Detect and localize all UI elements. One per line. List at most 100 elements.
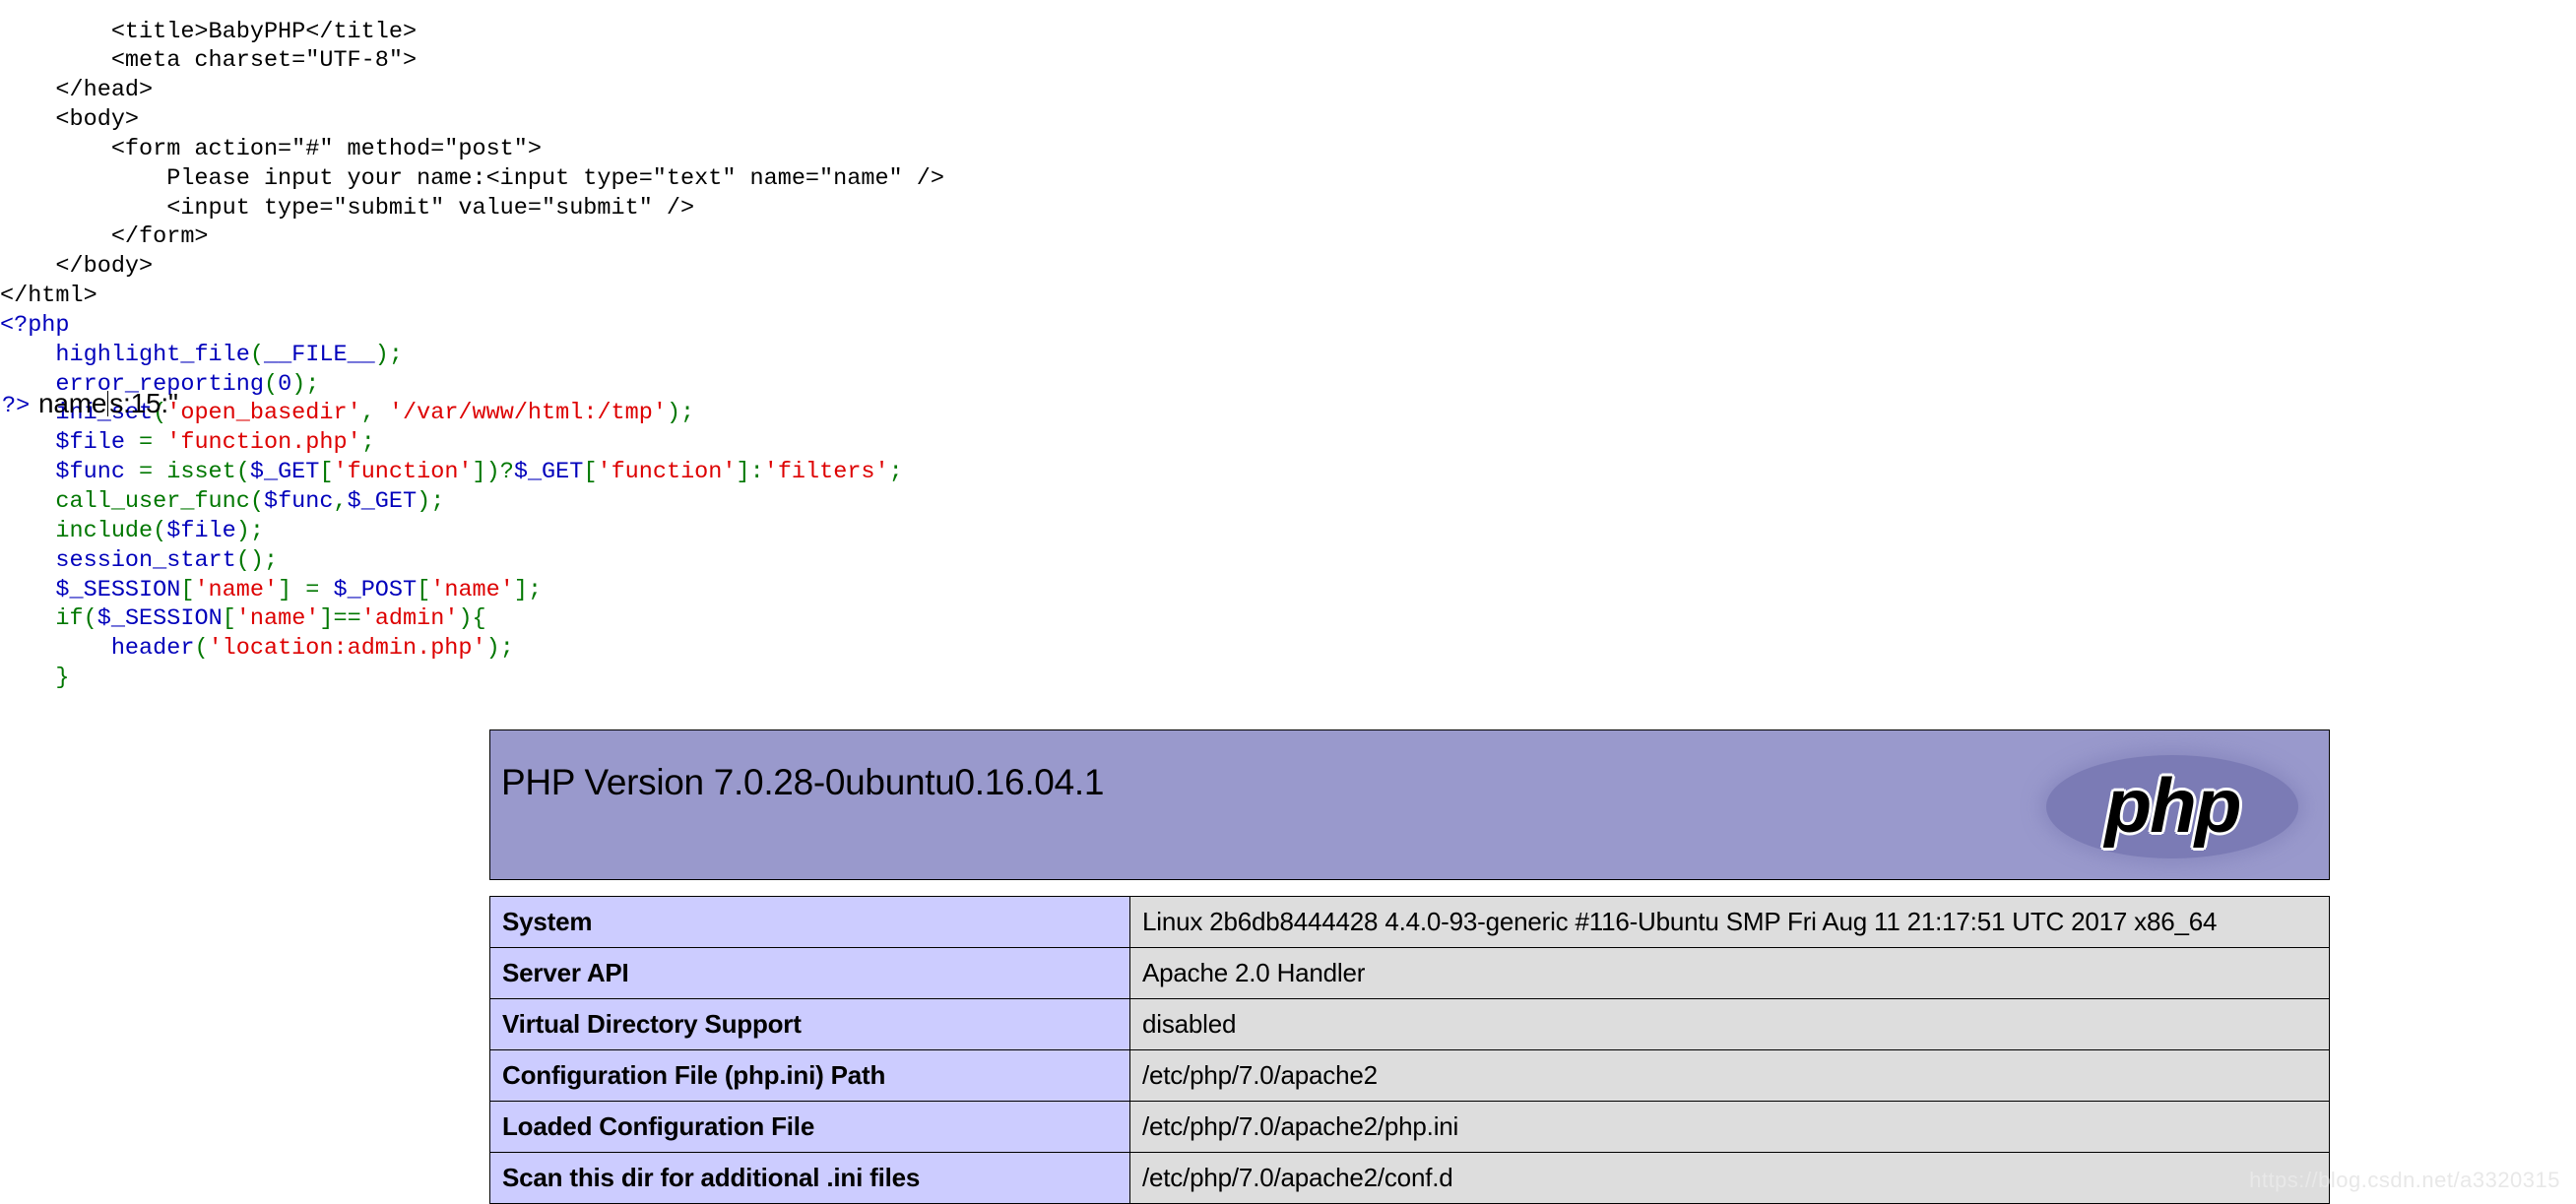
code-token: $_GET bbox=[249, 459, 320, 486]
code-token: } bbox=[55, 665, 70, 692]
table-cell-value: /etc/php/7.0/apache2/php.ini bbox=[1129, 1101, 2330, 1153]
code-line: session_start(); bbox=[0, 546, 2576, 576]
code-line: <input type="submit" value="submit" /> bbox=[0, 194, 2576, 223]
code-token: = bbox=[124, 429, 167, 457]
code-token: [ bbox=[417, 576, 431, 603]
code-token: ); bbox=[235, 517, 264, 544]
code-line: header('location:admin.php'); bbox=[0, 634, 2576, 664]
code-token: __FILE__ bbox=[263, 341, 375, 368]
code-token: [ bbox=[583, 459, 598, 486]
table-row: Loaded Configuration File/etc/php/7.0/ap… bbox=[489, 1101, 2330, 1153]
code-token: ]: bbox=[736, 459, 764, 486]
code-token: 'function' bbox=[597, 459, 737, 486]
code-token: include bbox=[55, 517, 154, 544]
code-token: $func bbox=[263, 488, 334, 515]
csdn-watermark: https://blog.csdn.net/a3320315 bbox=[2249, 1168, 2560, 1192]
code-token: <meta charset="UTF-8"> bbox=[0, 47, 418, 75]
table-row: Configuration File (php.ini) Path/etc/ph… bbox=[489, 1049, 2330, 1102]
code-token: , bbox=[333, 488, 348, 515]
code-token: $_SESSION bbox=[55, 576, 181, 603]
table-row: Server API Apache 2.0 Handler bbox=[489, 947, 2330, 999]
code-token: $_GET bbox=[347, 488, 418, 515]
table-cell-key: Server API bbox=[489, 947, 1130, 999]
code-line: <body> bbox=[0, 105, 2576, 135]
table-row: Virtual Directory Support disabled bbox=[489, 998, 2330, 1050]
form-name-value-text: name s:15:" bbox=[38, 389, 178, 418]
code-token: ( bbox=[83, 605, 97, 633]
code-token: ); bbox=[485, 635, 514, 663]
code-line: $func = isset($_GET['function'])?$_GET['… bbox=[0, 458, 2576, 487]
code-token: session_start bbox=[55, 546, 236, 574]
code-token: ( bbox=[235, 459, 250, 486]
code-token: <?php bbox=[0, 311, 70, 339]
code-line: <title>BabyPHP</title> bbox=[0, 18, 2576, 47]
code-token: 'name' bbox=[430, 576, 514, 603]
table-cell-value: /etc/php/7.0/apache2/conf.d bbox=[1129, 1152, 2330, 1204]
rendered-form-output: ?> name s:15:" bbox=[0, 389, 2576, 425]
code-token: </body> bbox=[0, 253, 154, 281]
code-line: </html> bbox=[0, 282, 2576, 311]
phpinfo-output: PHP Version 7.0.28-0ubuntu0.16.04.1 php … bbox=[489, 729, 2330, 1204]
code-token: ( bbox=[249, 341, 264, 368]
code-token: 'name' bbox=[194, 576, 279, 603]
table-row: Scan this dir for additional .ini files /… bbox=[489, 1152, 2330, 1204]
code-token: <body> bbox=[0, 106, 140, 134]
code-line: </form> bbox=[0, 222, 2576, 252]
code-token: ( bbox=[194, 635, 209, 663]
table-cell-key: Scan this dir for additional .ini files bbox=[489, 1152, 1130, 1204]
php-logo: php bbox=[2025, 741, 2320, 870]
table-row: System Linux 2b6db8444428 4.4.0-93-generi… bbox=[489, 896, 2330, 948]
code-token: ; bbox=[888, 459, 903, 486]
text-before-caret: name bbox=[38, 388, 107, 418]
table-cell-key: Configuration File (php.ini) Path bbox=[489, 1049, 1130, 1102]
code-line: <form action="#" method="post"> bbox=[0, 135, 2576, 164]
code-token: (); bbox=[235, 546, 279, 574]
table-cell-key: Loaded Configuration File bbox=[489, 1101, 1130, 1153]
phpinfo-table: System Linux 2b6db8444428 4.4.0-93-generi… bbox=[489, 896, 2330, 1204]
table-cell-key: Virtual Directory Support bbox=[489, 998, 1130, 1050]
code-token: isset bbox=[166, 459, 236, 486]
code-token: 'name' bbox=[235, 605, 320, 633]
table-cell-value: disabled bbox=[1129, 998, 2330, 1050]
code-line: highlight_file(__FILE__); bbox=[0, 341, 2576, 370]
code-line: $file = 'function.php'; bbox=[0, 428, 2576, 458]
code-token: <form action="#" method="post"> bbox=[0, 135, 542, 162]
table-cell-value: Apache 2.0 Handler bbox=[1129, 947, 2330, 999]
php-source-listing: <title>BabyPHP</title> <meta charset="UT… bbox=[0, 18, 2576, 693]
code-token: if bbox=[55, 605, 84, 633]
code-token: ); bbox=[417, 488, 445, 515]
php-version-label: PHP Version 7.0.28-0ubuntu0.16.04.1 bbox=[501, 762, 1105, 802]
code-line: $_SESSION['name'] = $_POST['name']; bbox=[0, 576, 2576, 605]
code-line: </body> bbox=[0, 252, 2576, 282]
code-token: $func bbox=[55, 459, 125, 486]
php-version-banner: PHP Version 7.0.28-0ubuntu0.16.04.1 php bbox=[489, 729, 2330, 880]
code-token: [ bbox=[180, 576, 195, 603]
code-line: Please input your name:<input type="text… bbox=[0, 164, 2576, 194]
code-token: call_user_func bbox=[55, 488, 250, 515]
php-closing-tag: ?> bbox=[2, 393, 31, 419]
code-token: ]== bbox=[319, 605, 361, 633]
code-token: 'location:admin.php' bbox=[208, 635, 486, 663]
code-token: ( bbox=[153, 517, 167, 544]
code-token: <title>BabyPHP</title> bbox=[0, 18, 418, 45]
code-token: [ bbox=[222, 605, 236, 633]
code-token: ])? bbox=[472, 459, 514, 486]
code-line: include($file); bbox=[0, 517, 2576, 546]
code-token: highlight_file bbox=[55, 341, 250, 368]
code-token: </html> bbox=[0, 283, 97, 310]
code-token: $_GET bbox=[513, 459, 584, 486]
text-after-caret: s:15:" bbox=[109, 388, 178, 418]
code-token: Please input your name:<input type="text… bbox=[0, 164, 944, 192]
code-token: </head> bbox=[0, 77, 154, 104]
code-token: ]; bbox=[513, 576, 543, 603]
code-token: 'admin' bbox=[360, 605, 459, 633]
code-token: $_POST bbox=[333, 576, 418, 603]
